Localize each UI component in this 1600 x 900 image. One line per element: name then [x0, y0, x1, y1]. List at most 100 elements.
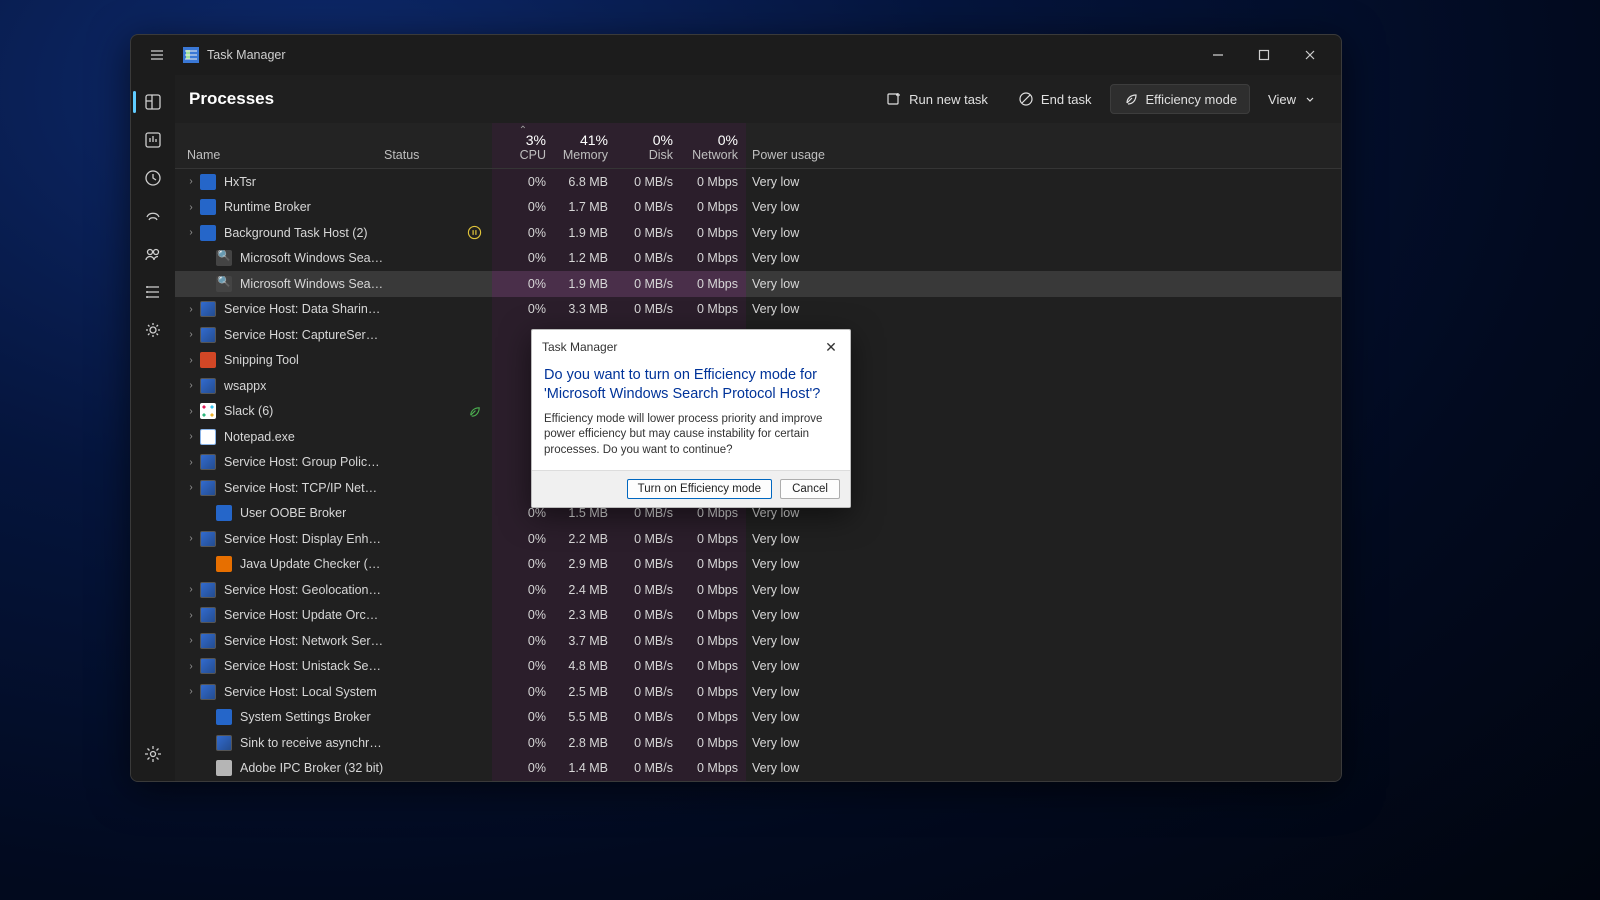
- nav-services[interactable]: [133, 311, 173, 349]
- memory-value: 6.8 MB: [554, 169, 616, 195]
- end-task-button[interactable]: End task: [1006, 85, 1104, 113]
- process-name: Snipping Tool: [224, 353, 299, 367]
- process-row[interactable]: ›Service Host: Local System0%2.5 MB0 MB/…: [175, 679, 1341, 705]
- header-network[interactable]: 0% Network: [681, 123, 746, 168]
- expand-icon[interactable]: ›: [185, 482, 197, 493]
- process-name: Microsoft Windows Search Pr...: [240, 277, 384, 291]
- process-name: Notepad.exe: [224, 430, 295, 444]
- expand-icon[interactable]: ›: [185, 406, 197, 417]
- process-name: Runtime Broker: [224, 200, 311, 214]
- power-value: Very low: [746, 710, 832, 724]
- network-value: 0 Mbps: [681, 169, 746, 195]
- network-value: 0 Mbps: [681, 552, 746, 578]
- dialog-close-button[interactable]: ✕: [820, 336, 842, 358]
- nav-app-history[interactable]: [133, 159, 173, 197]
- header-status[interactable]: Status: [384, 123, 492, 168]
- process-row[interactable]: ›Background Task Host (2)0%1.9 MB0 MB/s0…: [175, 220, 1341, 246]
- power-value: Very low: [746, 226, 832, 240]
- expand-icon[interactable]: ›: [185, 380, 197, 391]
- network-value: 0 Mbps: [681, 271, 746, 297]
- disk-value: 0 MB/s: [616, 628, 681, 654]
- nav-users[interactable]: [133, 235, 173, 273]
- disk-value: 0 MB/s: [616, 705, 681, 731]
- nav-startup[interactable]: [133, 197, 173, 235]
- process-row[interactable]: Adobe IPC Broker (32 bit)0%1.4 MB0 MB/s0…: [175, 756, 1341, 782]
- process-row[interactable]: Java Update Checker (32 bit)0%2.9 MB0 MB…: [175, 552, 1341, 578]
- process-row[interactable]: Microsoft Windows Search Filt...0%1.2 MB…: [175, 246, 1341, 272]
- close-button[interactable]: [1287, 39, 1333, 71]
- view-menu-button[interactable]: View: [1256, 86, 1327, 113]
- process-row[interactable]: ›Runtime Broker0%1.7 MB0 MB/s0 MbpsVery …: [175, 195, 1341, 221]
- dialog-cancel-button[interactable]: Cancel: [780, 479, 840, 499]
- dialog-title: Task Manager: [542, 340, 617, 354]
- process-name: Service Host: Geolocation Serv...: [224, 583, 384, 597]
- process-row[interactable]: ›Service Host: Unistack Service ...0%4.8…: [175, 654, 1341, 680]
- process-row[interactable]: ›Service Host: Display Enhance...0%2.2 M…: [175, 526, 1341, 552]
- process-icon: [200, 607, 216, 623]
- expand-icon[interactable]: ›: [185, 329, 197, 340]
- dialog-body: Efficiency mode will lower process prior…: [532, 412, 850, 471]
- nav-details[interactable]: [133, 273, 173, 311]
- disk-value: 0 MB/s: [616, 603, 681, 629]
- process-row[interactable]: ›Service Host: Network Service0%3.7 MB0 …: [175, 628, 1341, 654]
- header-name[interactable]: Name: [175, 123, 384, 168]
- memory-value: 1.4 MB: [554, 756, 616, 782]
- expand-icon[interactable]: ›: [185, 202, 197, 213]
- process-icon: [200, 174, 216, 190]
- efficiency-mode-button[interactable]: Efficiency mode: [1110, 84, 1251, 114]
- process-row[interactable]: System Settings Broker0%5.5 MB0 MB/s0 Mb…: [175, 705, 1341, 731]
- expand-icon[interactable]: ›: [185, 355, 197, 366]
- process-row[interactable]: ›HxTsr0%6.8 MB0 MB/s0 MbpsVery low: [175, 169, 1341, 195]
- pause-icon: [467, 225, 482, 240]
- process-icon: [216, 250, 232, 266]
- process-icon: [200, 633, 216, 649]
- process-icon: [200, 658, 216, 674]
- cpu-value: 0%: [492, 705, 554, 731]
- header-power[interactable]: Power usage: [746, 123, 832, 168]
- process-name: Java Update Checker (32 bit): [240, 557, 384, 571]
- process-row[interactable]: ›Service Host: Data Sharing Ser...0%3.3 …: [175, 297, 1341, 323]
- network-value: 0 Mbps: [681, 705, 746, 731]
- disk-value: 0 MB/s: [616, 679, 681, 705]
- header-cpu[interactable]: ⌃ 3% CPU: [492, 123, 554, 168]
- header-memory[interactable]: 41% Memory: [554, 123, 616, 168]
- cpu-value: 0%: [492, 679, 554, 705]
- nav-processes[interactable]: [133, 83, 173, 121]
- expand-icon[interactable]: ›: [185, 635, 197, 646]
- dialog-confirm-button[interactable]: Turn on Efficiency mode: [627, 479, 772, 499]
- memory-value: 4.8 MB: [554, 654, 616, 680]
- process-status: [384, 225, 492, 240]
- process-name: Service Host: Local System: [224, 685, 377, 699]
- sidebar: [131, 75, 175, 781]
- process-row[interactable]: ›Service Host: Update Orchestr...0%2.3 M…: [175, 603, 1341, 629]
- power-value: Very low: [746, 761, 832, 775]
- header-disk[interactable]: 0% Disk: [616, 123, 681, 168]
- power-value: Very low: [746, 532, 832, 546]
- process-row[interactable]: ›Service Host: Geolocation Serv...0%2.4 …: [175, 577, 1341, 603]
- expand-icon[interactable]: ›: [185, 661, 197, 672]
- expand-icon[interactable]: ›: [185, 304, 197, 315]
- nav-settings[interactable]: [133, 735, 173, 773]
- power-value: Very low: [746, 608, 832, 622]
- expand-icon[interactable]: ›: [185, 533, 197, 544]
- expand-icon[interactable]: ›: [185, 610, 197, 621]
- power-value: Very low: [746, 685, 832, 699]
- expand-icon[interactable]: ›: [185, 176, 197, 187]
- run-new-task-button[interactable]: Run new task: [874, 85, 1000, 113]
- expand-icon[interactable]: ›: [185, 584, 197, 595]
- column-headers: Name Status ⌃ 3% CPU 41% Memory 0% Disk …: [175, 123, 1341, 169]
- expand-icon[interactable]: ›: [185, 431, 197, 442]
- network-value: 0 Mbps: [681, 756, 746, 782]
- expand-icon[interactable]: ›: [185, 457, 197, 468]
- hamburger-menu-button[interactable]: [143, 41, 171, 69]
- process-row[interactable]: Sink to receive asynchronous ...0%2.8 MB…: [175, 730, 1341, 756]
- disk-value: 0 MB/s: [616, 246, 681, 272]
- expand-icon[interactable]: ›: [185, 686, 197, 697]
- maximize-button[interactable]: [1241, 39, 1287, 71]
- expand-icon[interactable]: ›: [185, 227, 197, 238]
- toolbar: Processes Run new task End task Efficien…: [175, 75, 1341, 123]
- process-row[interactable]: Microsoft Windows Search Pr...0%1.9 MB0 …: [175, 271, 1341, 297]
- nav-performance[interactable]: [133, 121, 173, 159]
- minimize-button[interactable]: [1195, 39, 1241, 71]
- process-icon: [200, 301, 216, 317]
